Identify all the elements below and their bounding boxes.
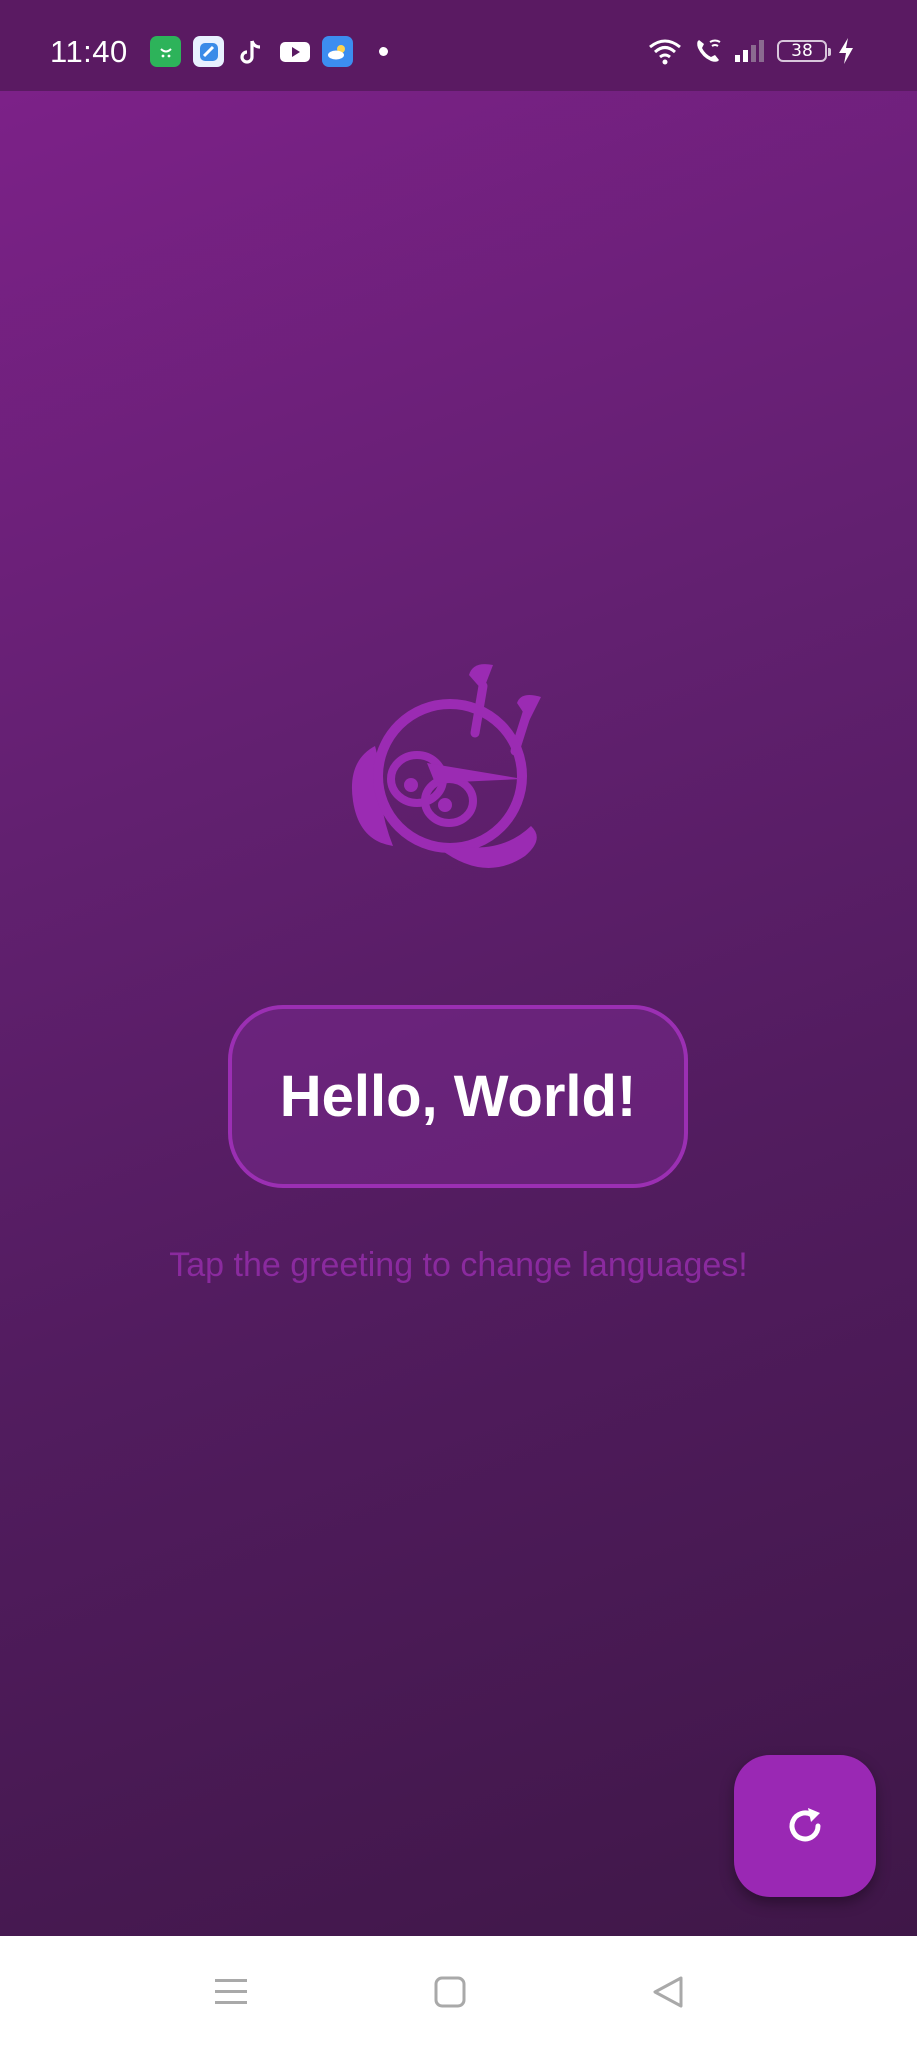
- app-store-icon: [150, 36, 181, 67]
- more-notifications-dot: [379, 47, 388, 56]
- tiktok-icon: [236, 36, 267, 67]
- status-bar: 11:40 38: [0, 0, 917, 91]
- menu-icon: [215, 1979, 247, 2004]
- system-navigation-bar: [0, 1936, 917, 2048]
- back-button[interactable]: [638, 1962, 698, 2022]
- greeting-button[interactable]: Hello, World!: [228, 1005, 688, 1188]
- charging-bolt-icon: [839, 38, 853, 64]
- refresh-icon: [789, 1808, 821, 1842]
- cellular-signal-icon: [735, 40, 764, 62]
- app-content: Hello, World! Tap the greeting to change…: [0, 91, 917, 1936]
- recent-apps-button[interactable]: [201, 1962, 261, 2022]
- mascot-logo-icon: [351, 664, 541, 868]
- home-button[interactable]: [420, 1962, 480, 2022]
- messaging-app-icon: [193, 36, 224, 67]
- notification-icons: [150, 36, 388, 67]
- battery-indicator: 38: [777, 40, 831, 62]
- app-screen: 11:40 38 Hello, World! Tap the greeting …: [0, 0, 917, 2048]
- youtube-icon: [279, 36, 310, 67]
- home-icon: [434, 1976, 466, 2008]
- wifi-icon: [649, 39, 681, 65]
- status-time: 11:40: [50, 34, 128, 69]
- back-icon: [653, 1976, 683, 2008]
- system-icons: 38: [647, 36, 855, 66]
- weather-icon: [322, 36, 353, 67]
- refresh-button[interactable]: [734, 1755, 876, 1897]
- wifi-calling-icon: [697, 39, 721, 62]
- instruction-text: Tap the greeting to change languages!: [169, 1246, 748, 1284]
